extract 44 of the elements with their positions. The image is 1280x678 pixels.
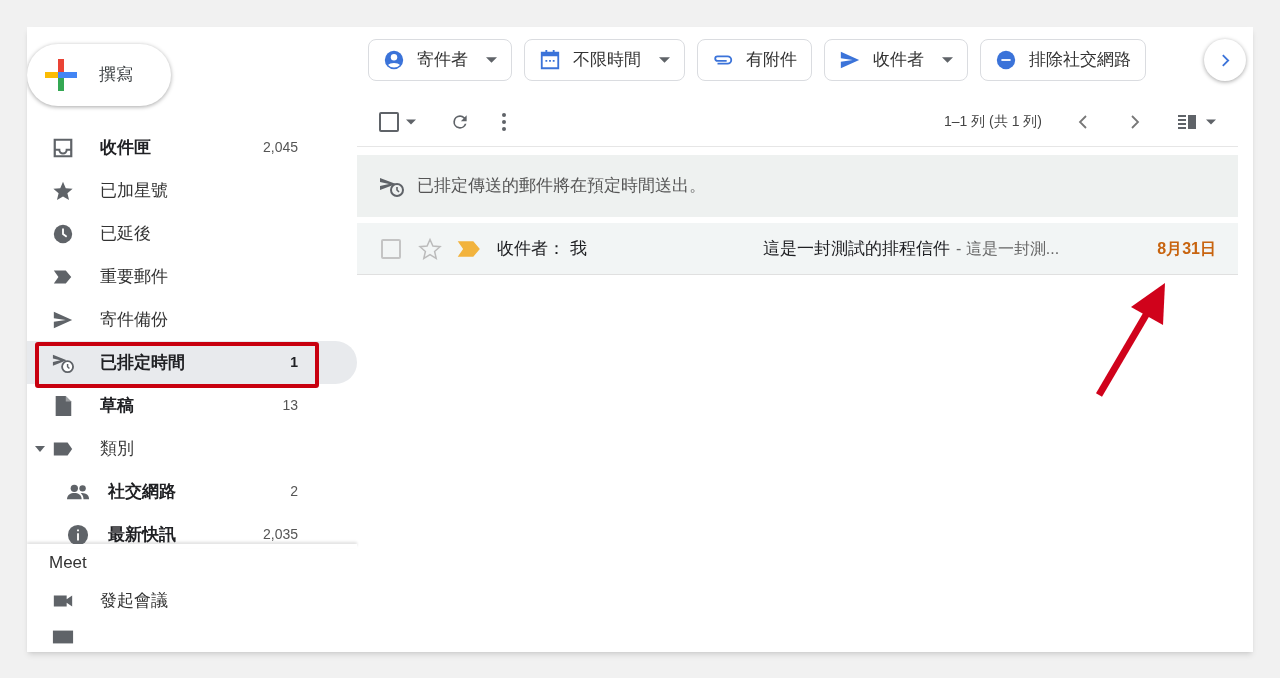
sidebar-item[interactable]: 發起會議 (27, 580, 357, 622)
sidebar-item[interactable]: 已加星號 (27, 169, 357, 212)
sidebar-item[interactable]: 草稿 13 (27, 384, 357, 427)
sidebar-item[interactable]: 重要郵件 (27, 255, 357, 298)
sidebar-item[interactable]: 已延後 (27, 212, 357, 255)
sidebar-item[interactable]: 已排定時間 1 (27, 341, 357, 384)
scheduled-send-icon (379, 175, 405, 197)
filter-chip[interactable]: 排除社交網路 (980, 39, 1146, 81)
sidebar-item[interactable]: 寄件備份 (27, 298, 357, 341)
importance-marker-icon[interactable] (457, 239, 481, 258)
banner-text: 已排定傳送的郵件將在預定時間送出。 (417, 175, 706, 198)
sidebar-item[interactable]: 類別 (27, 427, 357, 470)
plus-icon (43, 57, 79, 93)
sender-text: 收件者： 我 (497, 237, 588, 260)
sidebar-item[interactable]: 最新快訊 2,035 (27, 513, 357, 545)
subject-text: 這是一封測試的排程信件 (763, 237, 950, 260)
minus-circle-icon (995, 49, 1017, 71)
next-page-icon[interactable] (1130, 114, 1140, 129)
pagination-text: 1–1 列 (共 1 列) (943, 112, 1042, 131)
clock-icon (52, 222, 74, 245)
section-title: Meet (48, 552, 88, 574)
filter-chip[interactable]: 有附件 (697, 39, 812, 81)
previous-page-icon[interactable] (1078, 114, 1088, 129)
compose-button[interactable]: 撰寫 (27, 44, 171, 106)
sidebar-item[interactable]: 收件匣 2,045 (27, 126, 357, 169)
filter-chip[interactable]: 不限時間 (524, 39, 685, 81)
account-icon (383, 49, 405, 71)
select-all-checkbox[interactable] (379, 111, 399, 132)
more-options-icon[interactable] (502, 112, 506, 131)
chevron-right-icon (1220, 53, 1230, 67)
dropdown-caret-icon[interactable] (1206, 118, 1216, 125)
filter-chip[interactable]: 收件者 (824, 39, 968, 81)
send-icon (839, 49, 861, 71)
star-icon[interactable] (418, 236, 442, 261)
sidebar-item[interactable]: 社交網路 2 (27, 470, 357, 513)
inbox-icon (52, 136, 74, 159)
calendar-icon (539, 49, 561, 71)
filter-chip[interactable]: 寄件者 (368, 39, 512, 81)
row-checkbox[interactable] (381, 238, 401, 259)
date-text: 8月31日 (1157, 238, 1216, 259)
email-row[interactable]: 收件者： 我 這是一封測試的排程信件 - 這是一封測... 8月31日 (357, 223, 1238, 275)
snippet-text: - 這是一封測... (956, 238, 1060, 259)
info-icon (67, 523, 89, 545)
dropdown-caret-icon[interactable] (406, 118, 416, 125)
